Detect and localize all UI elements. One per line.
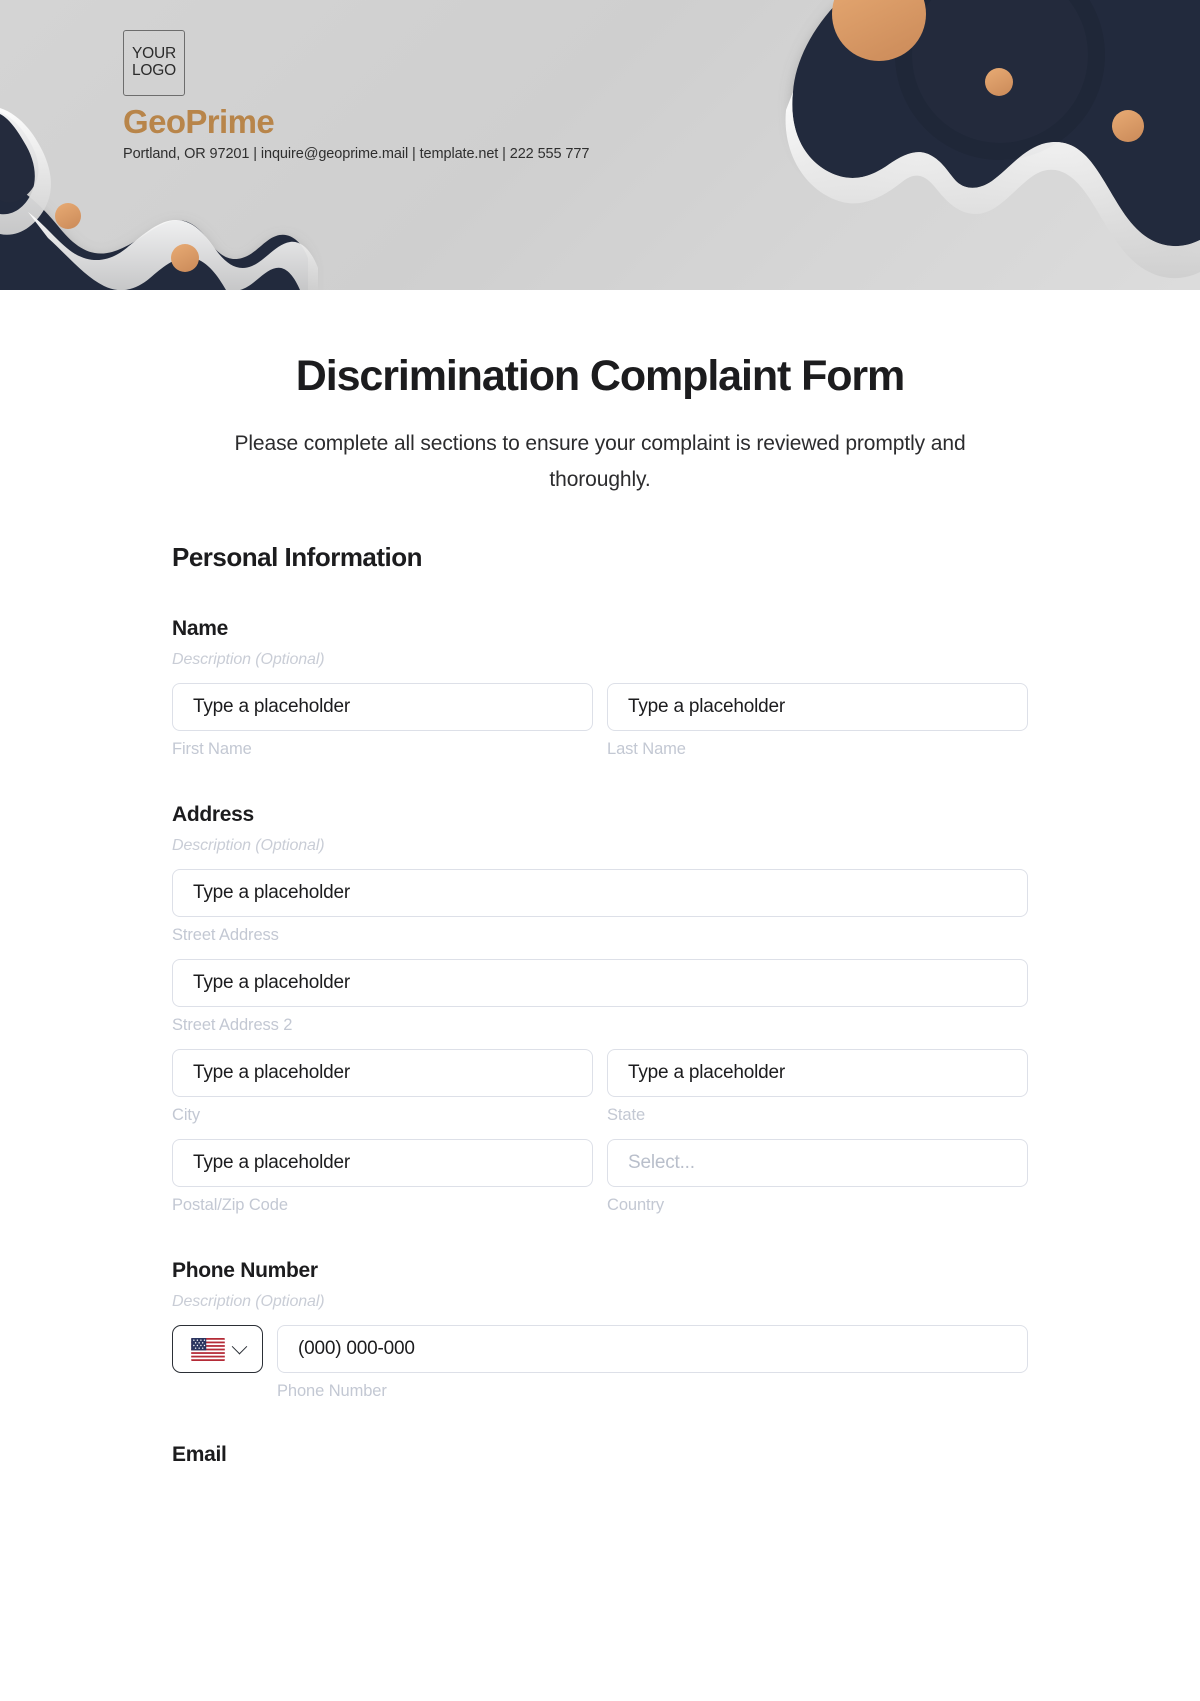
form-sheet: Discrimination Complaint Form Please com… xyxy=(0,290,1200,1468)
field-description-name: Description (Optional) xyxy=(172,651,325,669)
logo-placeholder: YOUR LOGO xyxy=(123,30,185,96)
field-group-address: Address Description (Optional) Street Ad… xyxy=(172,803,1028,1215)
accent-circle-4 xyxy=(55,203,81,229)
field-label-address: Address xyxy=(172,803,254,827)
brand-contact-line: Portland, OR 97201 | inquire@geoprime.ma… xyxy=(123,146,590,163)
field-group-name: Name Description (Optional) First Name L… xyxy=(172,617,1028,759)
logo-line-2: LOGO xyxy=(132,62,176,79)
name-row: First Name Last Name xyxy=(172,683,1028,759)
form-container: Discrimination Complaint Form Please com… xyxy=(172,352,1028,1467)
phone-row: Phone Number xyxy=(172,1325,1028,1401)
city-input[interactable] xyxy=(172,1049,593,1098)
street-address-input[interactable] xyxy=(172,869,1028,918)
section-title-personal-information: Personal Information xyxy=(172,542,423,573)
state-sublabel: State xyxy=(607,1106,646,1125)
phone-number-input[interactable] xyxy=(277,1325,1028,1374)
phone-country-code-select[interactable] xyxy=(172,1325,263,1374)
state-col: State xyxy=(607,1049,1028,1125)
city-sublabel: City xyxy=(172,1106,201,1125)
street-address-col: Street Address xyxy=(172,869,1028,945)
accent-circle-2 xyxy=(985,68,1013,96)
field-description-address: Description (Optional) xyxy=(172,837,325,855)
last-name-col: Last Name xyxy=(607,683,1028,759)
field-label-name: Name xyxy=(172,617,228,641)
country-col: Country xyxy=(607,1139,1028,1215)
street-address-2-input[interactable] xyxy=(172,959,1028,1008)
postal-country-row: Postal/Zip Code Country xyxy=(172,1139,1028,1215)
street-address-2-sublabel: Street Address 2 xyxy=(172,1016,293,1035)
page-subtitle: Please complete all sections to ensure y… xyxy=(234,432,966,492)
field-description-phone-number: Description (Optional) xyxy=(172,1293,325,1311)
street-address-2-row: Street Address 2 xyxy=(172,959,1028,1035)
postal-code-col: Postal/Zip Code xyxy=(172,1139,593,1215)
page-title: Discrimination Complaint Form xyxy=(295,352,905,400)
logo-line-1: YOUR xyxy=(132,45,176,63)
street-address-sublabel: Street Address xyxy=(172,926,279,945)
us-flag-icon xyxy=(190,1337,225,1361)
field-label-email: Email xyxy=(172,1443,227,1467)
first-name-input[interactable] xyxy=(172,683,593,732)
last-name-input[interactable] xyxy=(607,683,1028,732)
country-select[interactable] xyxy=(607,1139,1028,1188)
phone-number-field-col: Phone Number xyxy=(277,1325,1028,1401)
accent-circle-3 xyxy=(1112,110,1144,142)
state-input[interactable] xyxy=(607,1049,1028,1098)
page-header-banner: YOUR LOGO GeoPrime Portland, OR 97201 | … xyxy=(0,0,1200,290)
brand-name: GeoPrime xyxy=(123,103,275,140)
street-address-2-col: Street Address 2 xyxy=(172,959,1028,1035)
city-state-row: City State xyxy=(172,1049,1028,1125)
city-col: City xyxy=(172,1049,593,1125)
phone-number-sublabel: Phone Number xyxy=(277,1382,387,1401)
first-name-col: First Name xyxy=(172,683,593,759)
accent-circle-5 xyxy=(171,244,199,272)
field-label-phone-number: Phone Number xyxy=(172,1259,318,1283)
street-address-row: Street Address xyxy=(172,869,1028,945)
country-sublabel: Country xyxy=(607,1196,665,1215)
postal-code-input[interactable] xyxy=(172,1139,593,1188)
postal-code-sublabel: Postal/Zip Code xyxy=(172,1196,288,1215)
first-name-sublabel: First Name xyxy=(172,740,252,759)
brand-block: YOUR LOGO GeoPrime Portland, OR 97201 | … xyxy=(123,30,589,162)
field-group-phone-number: Phone Number Description (Optional) (000… xyxy=(172,1259,1028,1401)
chevron-down-icon xyxy=(231,1338,247,1355)
last-name-sublabel: Last Name xyxy=(607,740,686,759)
